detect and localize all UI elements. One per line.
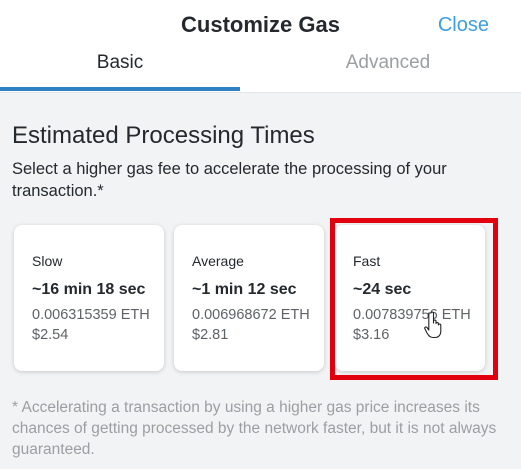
section-description: Select a higher gas fee to accelerate th…	[12, 160, 447, 200]
option-usd-fee: $3.16	[353, 327, 390, 343]
header: Customize Gas Close Basic Advanced	[0, 0, 521, 93]
tab-advanced[interactable]: Advanced	[268, 52, 508, 74]
option-eth-fee: 0.006968672 ETH	[192, 307, 310, 323]
gas-option-average[interactable]: Average ~1 min 12 sec 0.006968672 ETH $2…	[174, 225, 324, 371]
option-label: Average	[192, 253, 244, 269]
option-time: ~24 sec	[353, 281, 412, 298]
option-usd-fee: $2.81	[192, 327, 229, 343]
close-button[interactable]: Close	[438, 14, 489, 37]
active-tab-indicator	[0, 87, 240, 91]
option-eth-fee: 0.007839756 ETH	[353, 307, 471, 323]
hand-pointer-icon	[424, 311, 444, 339]
gas-option-fast[interactable]: Fast ~24 sec 0.007839756 ETH $3.16	[335, 225, 485, 371]
footnote: * Accelerating a transaction by using a …	[12, 399, 497, 458]
option-label: Fast	[353, 253, 381, 269]
option-time: ~16 min 18 sec	[32, 281, 146, 298]
option-eth-fee: 0.006315359 ETH	[32, 307, 150, 323]
option-time: ~1 min 12 sec	[192, 281, 297, 298]
option-label: Slow	[32, 253, 63, 269]
section-heading: Estimated Processing Times	[12, 122, 315, 149]
gas-option-slow[interactable]: Slow ~16 min 18 sec 0.006315359 ETH $2.5…	[14, 225, 164, 371]
option-usd-fee: $2.54	[32, 327, 69, 343]
tab-basic[interactable]: Basic	[0, 52, 240, 74]
